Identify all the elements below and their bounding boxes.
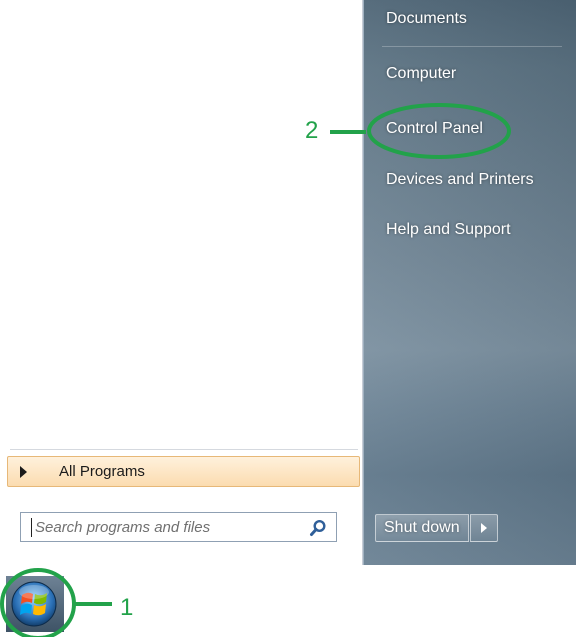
all-programs-button[interactable]: All Programs [7, 456, 360, 487]
annotation-number-2: 2 [305, 117, 319, 144]
search-input[interactable] [31, 517, 307, 537]
separator [382, 46, 562, 47]
shutdown-options-button[interactable] [469, 514, 498, 542]
divider [10, 449, 358, 450]
start-menu-right-pane: Documents Computer Control Panel Devices… [363, 0, 576, 565]
help-and-support-link[interactable]: Help and Support [386, 221, 511, 239]
computer-link[interactable]: Computer [386, 65, 456, 83]
search-box[interactable] [20, 512, 337, 542]
devices-and-printers-link[interactable]: Devices and Printers [386, 171, 534, 189]
start-menu-left-pane: All Programs [0, 0, 363, 565]
all-programs-label: All Programs [59, 463, 145, 480]
shutdown-group: Shut down [375, 514, 498, 542]
annotation-number-1: 1 [120, 594, 134, 621]
start-button-annotation [0, 568, 112, 637]
expand-arrow-icon [20, 465, 27, 478]
control-panel-annotation [330, 103, 511, 159]
shutdown-button[interactable]: Shut down [375, 514, 469, 542]
documents-link[interactable]: Documents [386, 10, 467, 28]
search-icon[interactable] [309, 519, 327, 537]
chevron-right-icon [480, 523, 487, 533]
